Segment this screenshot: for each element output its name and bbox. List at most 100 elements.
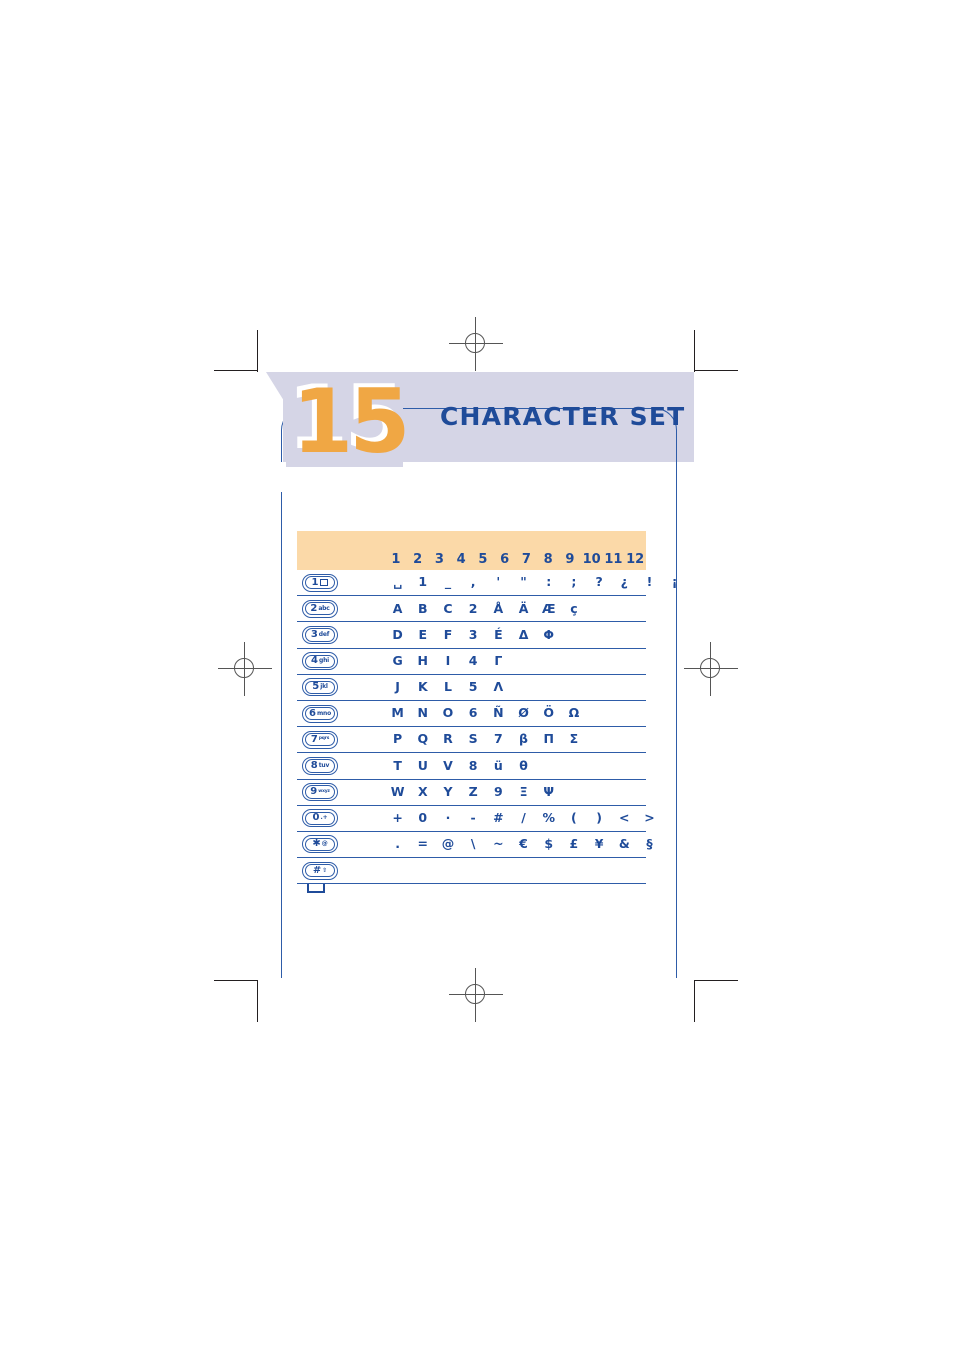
character-cell: § (646, 836, 653, 852)
key-6-icon[interactable]: 6 mno (302, 704, 338, 723)
keypad-key-cell: 8 tuv (297, 756, 385, 775)
column-header-spacer (297, 552, 385, 567)
character-cell: ¡ (671, 574, 678, 590)
character-cell (587, 760, 612, 773)
character-cell (662, 707, 687, 720)
character-cell (587, 707, 612, 720)
character-cell (511, 655, 536, 668)
crop-mark-top-left-v (257, 330, 259, 372)
character-cell: Ö (543, 705, 555, 721)
character-cell: X (417, 783, 428, 799)
character-cell (637, 786, 662, 799)
character-cell: Ψ (543, 783, 555, 799)
character-cell (612, 733, 637, 746)
character-cell: / (521, 810, 526, 826)
character-cell: ç (570, 600, 578, 616)
character-cell (587, 603, 612, 616)
key-sub-label: mno (316, 709, 331, 717)
character-cell: Γ (494, 652, 503, 668)
key-hash-icon[interactable]: # ⇧ (302, 861, 338, 880)
key-main-label: 2 (310, 602, 318, 614)
character-cell: \ (470, 836, 476, 852)
character-cell (662, 655, 687, 668)
character-cell: U (417, 757, 428, 773)
character-cell: . (395, 836, 400, 852)
character-cell: 4 (468, 652, 478, 668)
character-cell: É (494, 626, 503, 642)
character-cell (662, 733, 687, 746)
character-cell: C (443, 600, 453, 616)
table-body: 1 ␣ 1 _, ' ":;? ¿! ¡ 2 abc A B C 2 Å Ä Æç 3 def D E F 3 É Δ Φ 4 ghi… (297, 570, 678, 885)
character-set-table: 1 2 3 4 5 6 7 8 9 10 11 12 1 ␣ 1 _, ' ":;? ¿! ¡ 2 abc A B C 2 Å Ä Æ… (297, 531, 678, 885)
character-cell: ␣ (393, 574, 403, 590)
character-cell (662, 681, 687, 694)
character-cells: MNO6ÑØÖΩ (385, 707, 687, 720)
key-main-label: 4 (311, 655, 318, 667)
character-cell: , (470, 574, 476, 590)
key-sub-label: .+ (320, 814, 328, 822)
character-cell (662, 812, 687, 825)
key-sub-label: def (318, 630, 330, 638)
character-cell: $ (544, 836, 554, 852)
crop-mark-bottom-right-v (694, 980, 696, 1022)
character-cell (612, 786, 637, 799)
key-sub-label: pqrs (318, 736, 330, 742)
crop-mark-top-right-h (694, 370, 738, 372)
key-0-icon[interactable]: 0 .+ (302, 809, 338, 828)
character-cell: 0 (418, 810, 428, 826)
keypad-key-cell: ✱ @ (297, 835, 385, 854)
space-character-glyph (307, 884, 325, 893)
character-cell: N (417, 705, 429, 721)
key-7-icon[interactable]: 7 pqrs (302, 730, 338, 749)
keypad-key-cell: 1 (297, 573, 385, 592)
table-row: 5 jkl J K L 5 Λ (297, 675, 646, 701)
key-1-icon[interactable]: 1 (302, 573, 338, 592)
character-cell: L (443, 679, 452, 695)
crop-mark-top-left-h (214, 370, 258, 372)
character-cell: 6 (468, 705, 478, 721)
key-sub-label: @ (321, 840, 328, 848)
key-sub-label: jkl (320, 683, 328, 691)
character-cell: I (445, 652, 451, 668)
key-4-icon[interactable]: 4 ghi (302, 652, 338, 671)
character-cells: ABC2ÅÄÆç (385, 600, 687, 616)
column-header-11: 11 (604, 552, 623, 567)
column-header-8: 8 (543, 552, 553, 567)
column-header-5: 5 (478, 552, 488, 567)
table-row: 4 ghi G H I 4 Γ (297, 649, 646, 675)
character-cell: " (520, 574, 527, 590)
key-5-icon[interactable]: 5 jkl (302, 678, 338, 697)
column-header-10: 10 (582, 552, 601, 567)
character-cell (587, 786, 612, 799)
crop-mark-bottom-left-v (257, 980, 259, 1022)
key-9-icon[interactable]: 9 wxyz (302, 783, 338, 802)
character-cell: 2 (468, 600, 478, 616)
key-2-icon[interactable]: 2 abc (302, 599, 338, 618)
key-8-icon[interactable]: 8 tuv (302, 756, 338, 775)
character-cell: R (443, 731, 453, 747)
character-cell: P (393, 731, 403, 747)
character-cell (561, 786, 586, 799)
character-cells: . = @ \ ~ € $ £ ¥ & § (385, 838, 687, 851)
key-main-label: 8 (310, 759, 318, 771)
character-cell (587, 681, 612, 694)
character-cell: ü (493, 757, 503, 773)
character-cells: WXYZ9ΞΨ (385, 783, 687, 799)
character-cell: · (445, 810, 451, 826)
character-cell (612, 655, 637, 668)
character-cell: Π (543, 731, 554, 747)
key-main-label: 9 (310, 786, 318, 798)
key-star-icon[interactable]: ✱ @ (302, 835, 338, 854)
character-cell: < (619, 810, 630, 826)
character-cell: ) (596, 810, 602, 826)
character-cells: PQRS7βΠΣ (385, 733, 687, 746)
character-cell: Æ (541, 600, 556, 616)
character-cell: T (393, 757, 402, 773)
key-3-icon[interactable]: 3 def (302, 625, 338, 644)
character-cell: E (418, 626, 428, 642)
chapter-number: 15 (292, 370, 410, 473)
registration-mark-right (684, 642, 738, 696)
key-sub-label: wxyz (318, 788, 330, 794)
table-row: 9 wxyz W X Y Z 9 Ξ Ψ (297, 780, 646, 806)
key-sub-label: ⇧ (322, 866, 328, 874)
